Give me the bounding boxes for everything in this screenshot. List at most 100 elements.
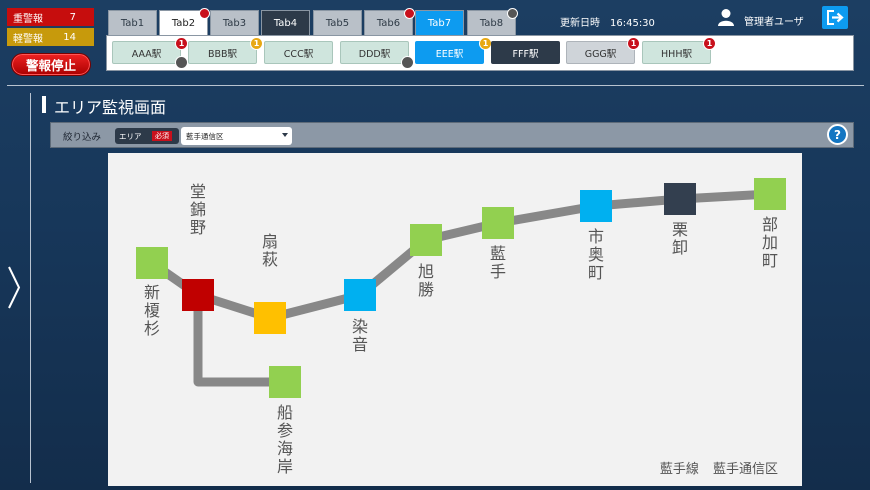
- page-title: エリア監視画面: [54, 98, 167, 117]
- tab-label: Tab3: [222, 17, 247, 29]
- alarm-stop-button[interactable]: 警報停止: [11, 53, 91, 76]
- station-node[interactable]: [254, 302, 286, 334]
- tab-8[interactable]: Tab8: [467, 8, 518, 35]
- station-node-label: 町: [762, 251, 778, 270]
- tab-label: Tab5: [325, 17, 350, 29]
- chevron-right-icon[interactable]: [6, 265, 22, 310]
- station-node[interactable]: [754, 178, 786, 210]
- station-label: DDD駅: [358, 48, 391, 60]
- user-name: 管理者ユーザ: [744, 17, 804, 28]
- station-node[interactable]: [664, 183, 696, 215]
- station-button-hhh[interactable]: HHH駅: [642, 41, 711, 64]
- station-node-label: 奥: [588, 245, 604, 264]
- tab-3[interactable]: Tab3: [210, 10, 259, 35]
- title-accent: [42, 96, 46, 113]
- station-node-label: 市: [588, 227, 604, 246]
- station-button-ccc[interactable]: CCC駅: [264, 41, 333, 64]
- station-node-label: 新: [144, 283, 160, 302]
- station-node-label: 榎: [144, 301, 160, 320]
- filter-bar: 絞り込み エリア 必須 藍手通信区 ?: [50, 122, 854, 148]
- tab-label: Tab7: [427, 17, 452, 29]
- station-node-label: 部: [762, 215, 778, 234]
- station-node[interactable]: [580, 190, 612, 222]
- tab-alert-dot: [507, 8, 518, 19]
- tab-6[interactable]: Tab6: [364, 8, 415, 35]
- station-button-ddd[interactable]: DDD駅: [340, 41, 409, 64]
- station-status-dot: [175, 56, 188, 69]
- station-label: AAA駅: [131, 48, 162, 60]
- station-node-label: 海: [277, 439, 293, 458]
- header-divider: [7, 85, 864, 86]
- light-alarm-count: 14: [63, 31, 76, 43]
- tab-label: Tab6: [376, 17, 401, 29]
- station-node[interactable]: [482, 207, 514, 239]
- station-node-label: 加: [762, 233, 778, 252]
- station-node-label: 勝: [418, 280, 434, 299]
- station-label: EEE駅: [435, 48, 464, 60]
- station-node-label: 参: [277, 421, 293, 440]
- station-label: CCC駅: [283, 48, 314, 60]
- station-node-label: 杉: [144, 319, 160, 338]
- area-select-value: 藍手通信区: [186, 132, 224, 141]
- station-node-label: 扇: [262, 232, 278, 251]
- station-node[interactable]: [182, 279, 214, 311]
- station-node[interactable]: [410, 224, 442, 256]
- station-node-label: 染: [352, 317, 368, 336]
- station-node-label: 藍: [490, 244, 506, 263]
- tab-2[interactable]: Tab2: [159, 8, 210, 35]
- station-node[interactable]: [344, 279, 376, 311]
- tab-1[interactable]: Tab1: [108, 10, 157, 35]
- station-label: FFF駅: [512, 48, 539, 60]
- station-node-label: 堂: [190, 182, 206, 201]
- station-node-label: 卸: [672, 238, 688, 257]
- station-alarm-badge: 1: [250, 37, 263, 50]
- station-button-bbb[interactable]: BBB駅: [188, 41, 257, 64]
- station-bar: AAA駅 1 BBB駅 1 CCC駅 DDD駅 EEE駅 1 FFF駅 GGG駅…: [106, 35, 854, 71]
- tab-label: Tab4: [273, 17, 298, 29]
- station-node[interactable]: [269, 366, 301, 398]
- route-map-svg: 新榎杉堂錦野扇萩船参海岸染音旭勝藍手市奥町栗卸部加町: [136, 178, 786, 476]
- station-node-label: 船: [277, 403, 293, 422]
- updated-time: 更新日時 16:45:30: [560, 18, 655, 29]
- logout-icon: [826, 10, 844, 25]
- station-node-label: 町: [588, 263, 604, 282]
- station-button-ggg[interactable]: GGG駅: [566, 41, 635, 64]
- heavy-alarm-label: 重警報: [13, 13, 43, 25]
- tab-5[interactable]: Tab5: [313, 10, 362, 35]
- heavy-alarm-count: 7: [69, 11, 76, 23]
- help-icon[interactable]: ?: [827, 124, 848, 145]
- station-button-eee[interactable]: EEE駅: [415, 41, 484, 64]
- station-node[interactable]: [136, 247, 168, 279]
- tab-4[interactable]: Tab4: [261, 10, 310, 35]
- area-label: エリア: [119, 131, 142, 141]
- station-node-label: 岸: [277, 457, 293, 476]
- station-node-label: 栗: [672, 220, 688, 239]
- filter-label: 絞り込み: [63, 132, 102, 143]
- user-icon: [718, 9, 734, 26]
- heavy-alarm-indicator[interactable]: 重警報 7: [7, 8, 94, 26]
- route-map: 新榎杉堂錦野扇萩船参海岸染音旭勝藍手市奥町栗卸部加町 藍手線 藍手通信区: [108, 153, 802, 486]
- tab-7[interactable]: Tab7: [415, 10, 464, 35]
- station-node-label: 野: [190, 218, 206, 237]
- tab-label: Tab2: [171, 17, 196, 29]
- station-alarm-badge: 1: [627, 37, 640, 50]
- station-button-aaa[interactable]: AAA駅: [112, 41, 181, 64]
- tab-alert-dot: [404, 8, 415, 19]
- station-label: GGG駅: [584, 48, 617, 60]
- map-footer: 藍手線 藍手通信区: [659, 462, 778, 477]
- station-button-fff[interactable]: FFF駅: [491, 41, 560, 64]
- tab-alert-dot: [199, 8, 210, 19]
- station-alarm-badge: 1: [703, 37, 716, 50]
- station-status-dot: [401, 56, 414, 69]
- required-badge: 必須: [152, 131, 172, 141]
- tab-label: Tab8: [479, 17, 504, 29]
- area-tag: エリア 必須: [115, 128, 179, 144]
- chevron-down-icon: [282, 133, 288, 137]
- logout-button[interactable]: [822, 6, 848, 29]
- station-label: HHH駅: [661, 48, 692, 60]
- area-select[interactable]: 藍手通信区: [181, 127, 292, 145]
- station-alarm-badge: 1: [175, 37, 188, 50]
- station-node-label: 手: [490, 262, 506, 281]
- station-node-label: 旭: [418, 262, 434, 281]
- light-alarm-indicator[interactable]: 軽警報 14: [7, 28, 94, 46]
